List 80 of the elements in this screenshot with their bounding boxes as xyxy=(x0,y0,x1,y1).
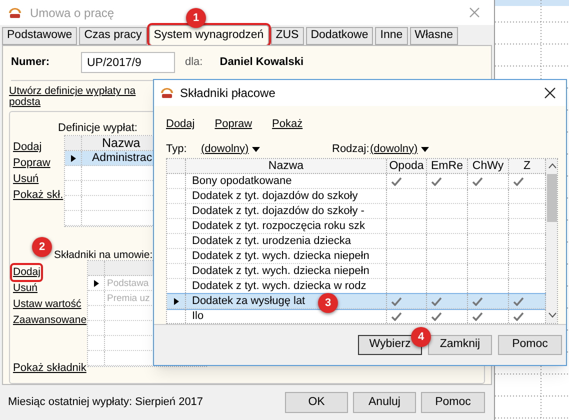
link[interactable]: Dodaj xyxy=(166,117,195,142)
table-row[interactable]: Bony opodatkowane xyxy=(167,174,546,189)
table-row[interactable]: Dodatek z tyt. dojazdów do szkoły xyxy=(167,189,546,204)
section-label: Definicje wypłat: xyxy=(58,122,138,136)
field-label: dla: xyxy=(185,55,203,70)
column-header: Nazwa xyxy=(101,136,140,150)
checkmark-icon xyxy=(513,176,524,186)
dialog-button[interactable]: Pomoc xyxy=(421,392,485,413)
checkmark-icon xyxy=(513,296,524,306)
table-cell-text: Premia uz xyxy=(106,292,150,306)
dropdown-arrow-icon xyxy=(420,146,429,152)
table-row[interactable]: Dodatek z tyt. rozpoczęcia roku szk xyxy=(167,219,546,234)
filter-dropdown[interactable]: (dowolny) xyxy=(201,140,332,158)
link[interactable]: Zaawansowane xyxy=(12,313,88,328)
link[interactable]: Pokaż składnik xyxy=(13,360,86,376)
window-title: Umowa o pracę xyxy=(30,4,114,22)
table-row[interactable]: Dodatek z tyt. urodzenia dziecka xyxy=(167,234,546,249)
dialog-button[interactable]: Pomoc xyxy=(498,335,562,355)
column-header[interactable]: Nazwa xyxy=(186,159,387,173)
table-row[interactable]: Dodatek z tyt. wych. dziecka niepełn xyxy=(167,264,546,279)
tab[interactable]: Podstawowe xyxy=(2,27,78,45)
create-link[interactable]: Utwórz definicje wypłaty na podsta xyxy=(9,86,149,108)
field-label: Rodzaj: xyxy=(332,142,370,157)
employee-name: Daniel Kowalski xyxy=(220,55,304,70)
row-pointer-icon xyxy=(70,154,76,162)
link[interactable]: Dodaj xyxy=(12,140,43,156)
filter-dropdown[interactable]: (dowolny) xyxy=(370,140,429,158)
dialog-button[interactable]: Zamknij xyxy=(428,335,492,355)
link[interactable]: Usuń xyxy=(12,281,39,296)
table-cell: Dodatek z tyt. dojazdów do szkoły - xyxy=(186,204,387,218)
tab[interactable]: Inne xyxy=(375,27,408,45)
tab[interactable]: System wynagrodzeń xyxy=(148,25,269,45)
tab[interactable]: Dodatkowe xyxy=(306,27,374,45)
row-pointer-icon xyxy=(92,280,100,287)
dialog-title: Składniki płacowe xyxy=(180,85,276,102)
app-logo-icon xyxy=(8,6,22,18)
link[interactable]: Pokaż skł. xyxy=(12,188,64,204)
checkmark-icon xyxy=(431,176,442,186)
input-field[interactable]: UP/2017/9 xyxy=(81,52,175,74)
checkmark-icon xyxy=(391,296,402,306)
dialog-button[interactable]: Anuluj xyxy=(353,392,416,413)
link[interactable]: Pokaż xyxy=(272,117,303,142)
row-pointer-icon xyxy=(172,298,180,304)
table-cell-text: Administrac xyxy=(91,151,152,166)
close-icon xyxy=(544,87,556,99)
column-header[interactable]: EmRe xyxy=(427,159,468,173)
tab[interactable]: Własne xyxy=(410,27,458,45)
checkmark-icon xyxy=(472,176,483,186)
table-cell: Dodatek z tyt. wych. dziecka niepełn xyxy=(186,264,387,278)
tab[interactable]: ZUS xyxy=(270,27,304,45)
checkmark-icon xyxy=(513,312,524,320)
link[interactable]: Popraw xyxy=(12,156,52,172)
table-cell: Dodatek z tyt. urodzenia dziecka xyxy=(186,234,387,248)
app-logo-icon xyxy=(160,87,174,99)
link[interactable]: Usuń xyxy=(12,172,40,188)
checkmark-icon xyxy=(391,312,402,320)
section-label: Składniki na umowie: xyxy=(54,249,153,262)
tab[interactable]: Czas pracy xyxy=(79,27,147,45)
dialog-button[interactable]: OK xyxy=(285,392,348,413)
dropdown-arrow-icon xyxy=(252,146,260,152)
table-cell: Dodatek z tyt. wych. dziecka niepełn xyxy=(186,249,387,263)
column-header[interactable]: Opoda xyxy=(387,159,427,173)
link[interactable]: Dodaj xyxy=(12,265,42,280)
checkmark-icon xyxy=(472,312,483,320)
table-row[interactable]: Dodatek z tyt. wych. dziecka niepełn xyxy=(167,249,546,264)
close-icon xyxy=(469,7,480,18)
table-cell: Dodatek z tyt. rozpoczęcia roku szk xyxy=(186,219,387,233)
link[interactable]: Popraw xyxy=(214,117,252,142)
table-row[interactable]: Dodatek z tyt. dojazdów do szkoły - xyxy=(167,204,546,219)
field-label: Numer: xyxy=(10,55,51,70)
checkmark-icon xyxy=(472,296,483,306)
checkmark-icon xyxy=(391,176,402,186)
table-cell: Dodatek z tyt. dojazdów do szkoły xyxy=(186,189,387,203)
table-cell-text: Podstawa xyxy=(106,277,149,290)
table-cell: Bony opodatkowane xyxy=(186,174,387,188)
column-header[interactable]: ChWy xyxy=(468,159,509,173)
status-text: Miesiąc ostatniej wypłaty: Sierpień 2017 xyxy=(8,395,204,410)
checkmark-icon xyxy=(431,296,442,306)
link[interactable]: Ustaw wartość xyxy=(12,297,82,312)
checkmark-icon xyxy=(431,312,442,320)
